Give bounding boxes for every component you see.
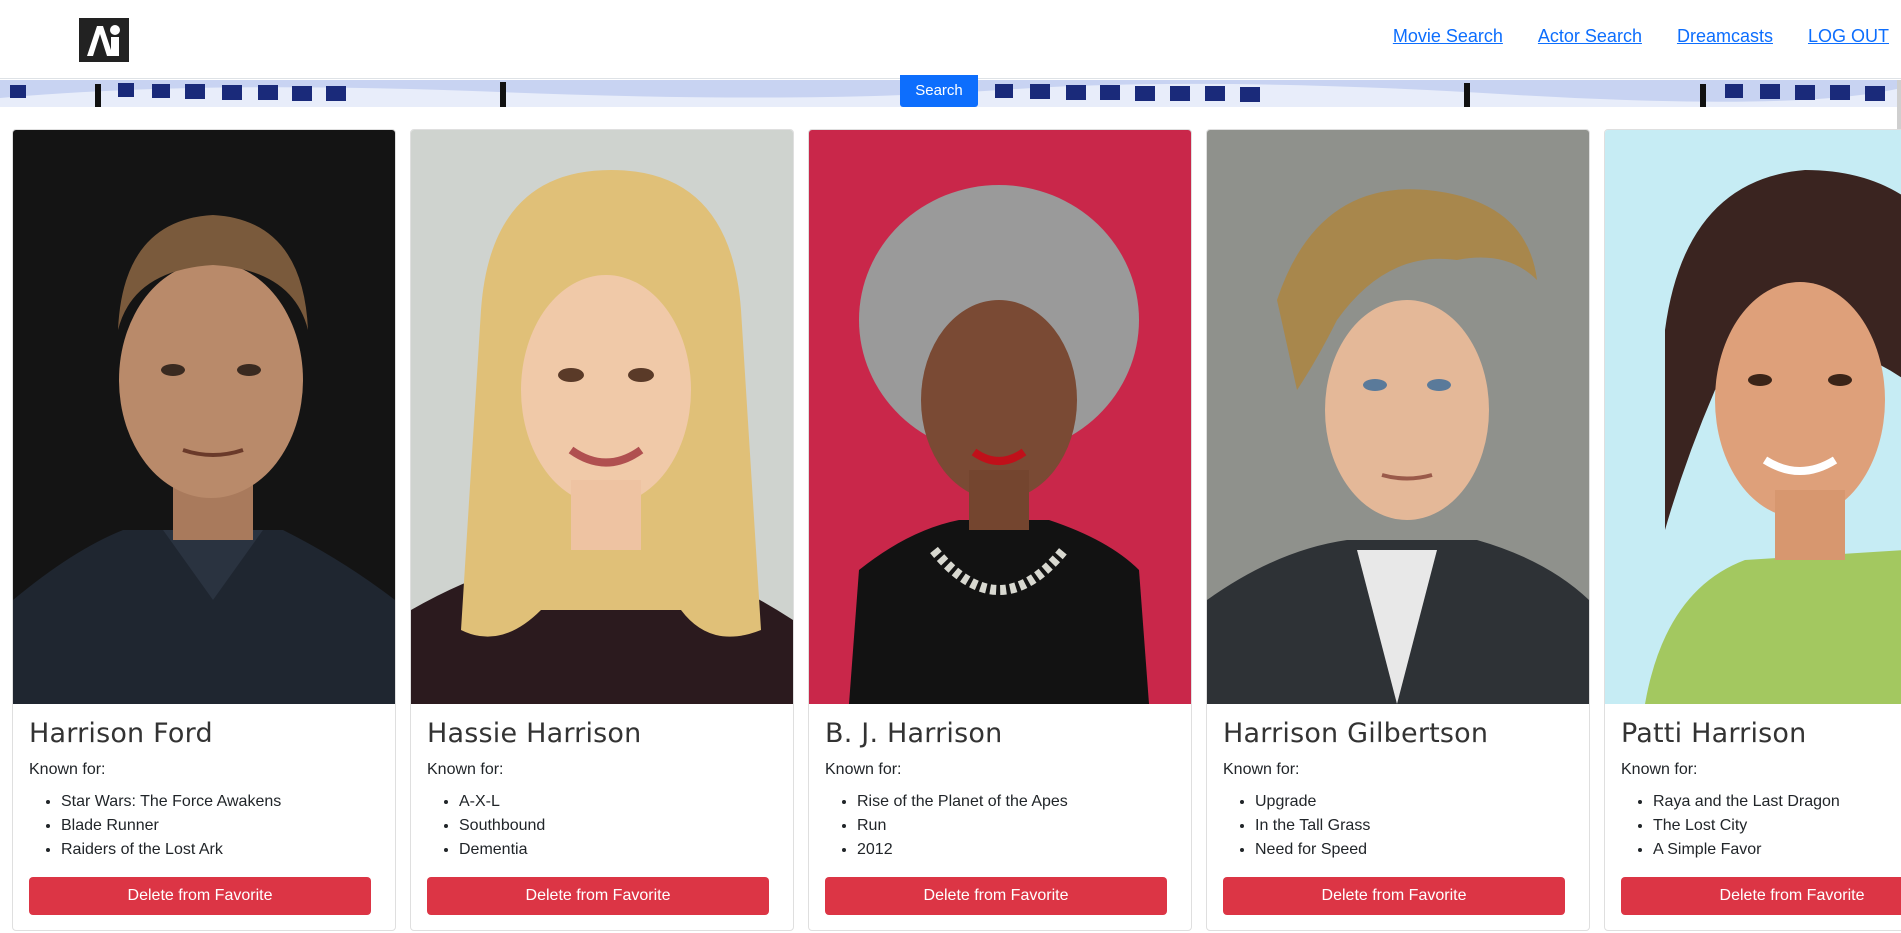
- list-item: Upgrade: [1255, 790, 1370, 814]
- known-for-label: Known for:: [1223, 761, 1300, 778]
- actor-photo: [13, 130, 395, 704]
- navbar: Movie Search Actor Search Dreamcasts LOG…: [0, 0, 1901, 79]
- actor-photo: [411, 130, 793, 704]
- list-item: The Lost City: [1653, 814, 1840, 838]
- known-for-label: Known for:: [1621, 761, 1698, 778]
- actor-name: Hassie Harrison: [427, 718, 642, 749]
- list-item: 2012: [857, 838, 1068, 862]
- actor-name: Harrison Gilbertson: [1223, 718, 1489, 749]
- ai-logo-icon[interactable]: [79, 18, 129, 62]
- list-item: Dementia: [459, 838, 545, 862]
- nav-link-dreamcasts[interactable]: Dreamcasts: [1677, 26, 1773, 47]
- nav-link-log-out[interactable]: LOG OUT: [1808, 26, 1889, 47]
- actor-photo: [1207, 130, 1589, 704]
- list-item: A-X-L: [459, 790, 545, 814]
- list-item: Need for Speed: [1255, 838, 1370, 862]
- actor-name: Harrison Ford: [29, 718, 213, 749]
- search-button[interactable]: Search: [900, 75, 978, 107]
- list-item: Run: [857, 814, 1068, 838]
- known-for-list: A-X-L Southbound Dementia: [427, 790, 545, 862]
- actor-name: Patti Harrison: [1621, 718, 1807, 749]
- actor-card: Hassie Harrison Known for: A-X-L Southbo…: [410, 129, 794, 931]
- known-for-list: Star Wars: The Force Awakens Blade Runne…: [29, 790, 281, 862]
- delete-from-favorite-button[interactable]: Delete from Favorite: [1223, 877, 1565, 915]
- list-item: Blade Runner: [61, 814, 281, 838]
- known-for-label: Known for:: [29, 761, 106, 778]
- list-item: In the Tall Grass: [1255, 814, 1370, 838]
- known-for-list: Rise of the Planet of the Apes Run 2012: [825, 790, 1068, 862]
- list-item: Raiders of the Lost Ark: [61, 838, 281, 862]
- delete-from-favorite-button[interactable]: Delete from Favorite: [29, 877, 371, 915]
- list-item: A Simple Favor: [1653, 838, 1840, 862]
- known-for-list: Upgrade In the Tall Grass Need for Speed: [1223, 790, 1370, 862]
- known-for-label: Known for:: [825, 761, 902, 778]
- nav-link-actor-search[interactable]: Actor Search: [1538, 26, 1642, 47]
- delete-from-favorite-button[interactable]: Delete from Favorite: [427, 877, 769, 915]
- actor-card: B. J. Harrison Known for: Rise of the Pl…: [808, 129, 1192, 931]
- known-for-list: Raya and the Last Dragon The Lost City A…: [1621, 790, 1840, 862]
- nav-link-movie-search[interactable]: Movie Search: [1393, 26, 1503, 47]
- actor-photo: [809, 130, 1191, 704]
- nav-links: Movie Search Actor Search Dreamcasts LOG…: [1393, 26, 1889, 47]
- actor-card: Harrison Ford Known for: Star Wars: The …: [12, 129, 396, 931]
- list-item: Rise of the Planet of the Apes: [857, 790, 1068, 814]
- delete-from-favorite-button[interactable]: Delete from Favorite: [1621, 877, 1901, 915]
- actor-photo: [1605, 130, 1901, 704]
- actor-card: Harrison Gilbertson Known for: Upgrade I…: [1206, 129, 1590, 931]
- actor-card: Patti Harrison Known for: Raya and the L…: [1604, 129, 1901, 931]
- list-item: Southbound: [459, 814, 545, 838]
- favorites-list: Harrison Ford Known for: Star Wars: The …: [12, 129, 1901, 933]
- known-for-label: Known for:: [427, 761, 504, 778]
- list-item: Star Wars: The Force Awakens: [61, 790, 281, 814]
- actor-name: B. J. Harrison: [825, 718, 1003, 749]
- list-item: Raya and the Last Dragon: [1653, 790, 1840, 814]
- delete-from-favorite-button[interactable]: Delete from Favorite: [825, 877, 1167, 915]
